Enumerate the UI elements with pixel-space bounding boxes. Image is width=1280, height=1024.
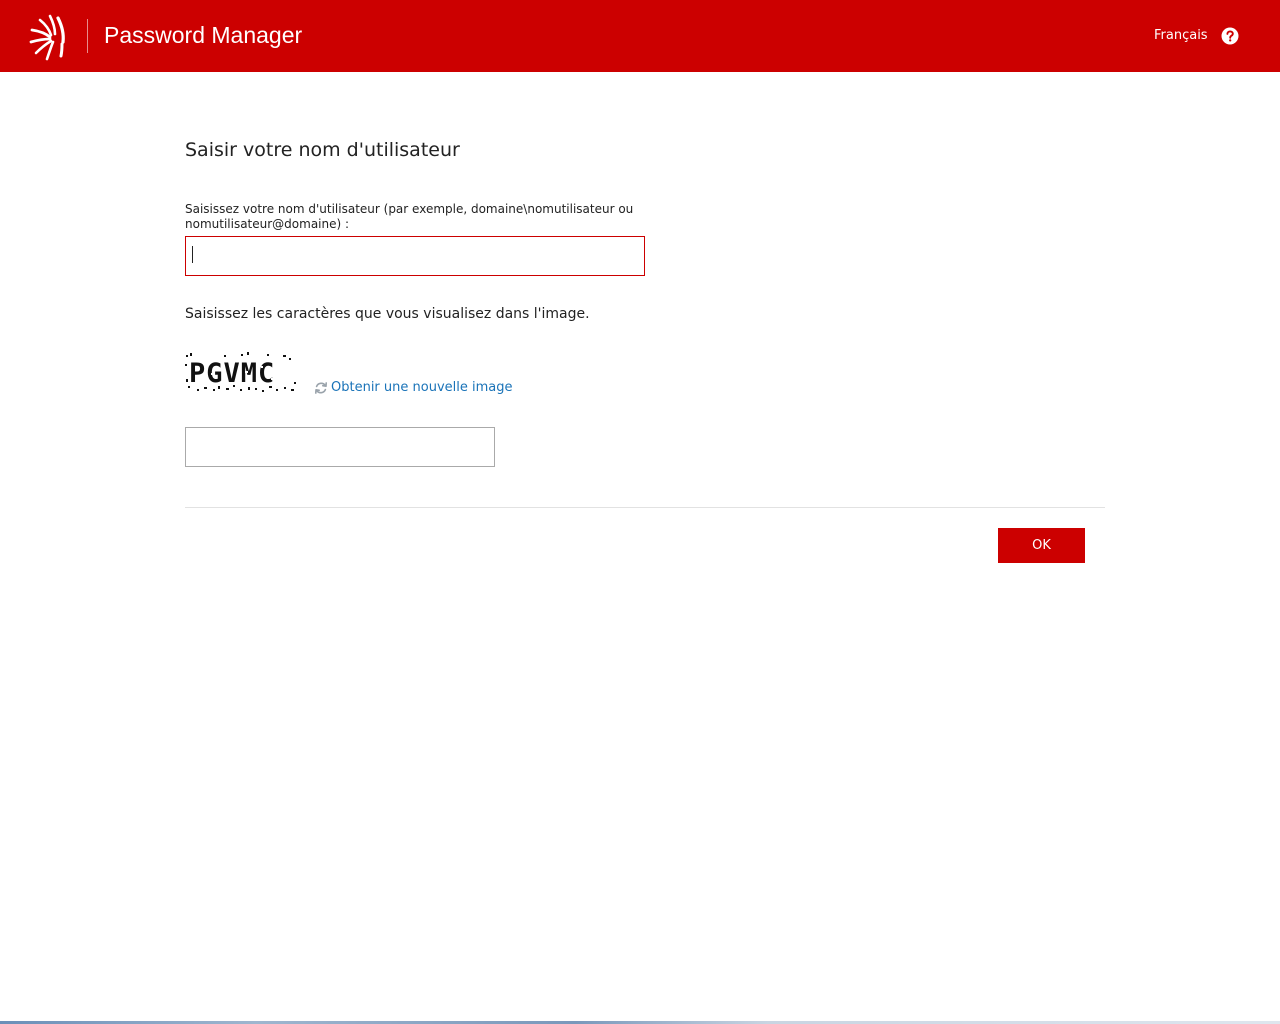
- header-divider: [87, 19, 88, 53]
- username-label: Saisissez votre nom d'utilisateur (par e…: [185, 202, 634, 231]
- text-caret: [192, 246, 193, 263]
- language-selector[interactable]: Français: [1154, 28, 1208, 44]
- username-input[interactable]: [185, 236, 645, 276]
- app-header: Password Manager Français: [0, 0, 1280, 72]
- captcha-instruction: Saisissez les caractères que vous visual…: [185, 306, 590, 322]
- refresh-icon[interactable]: [314, 381, 328, 395]
- captcha-input[interactable]: [185, 427, 495, 467]
- sun-burst-logo-icon: [29, 14, 65, 61]
- captcha-image: PGVMC: [185, 352, 297, 394]
- new-image-link[interactable]: Obtenir une nouvelle image: [331, 380, 513, 396]
- page-title: Saisir votre nom d'utilisateur: [185, 139, 460, 161]
- app-title: Password Manager: [104, 22, 303, 48]
- question-circle-icon[interactable]: [1221, 27, 1239, 45]
- form-separator: [185, 507, 1105, 508]
- ok-button[interactable]: OK: [998, 528, 1085, 563]
- captcha-text: PGVMC: [189, 358, 275, 389]
